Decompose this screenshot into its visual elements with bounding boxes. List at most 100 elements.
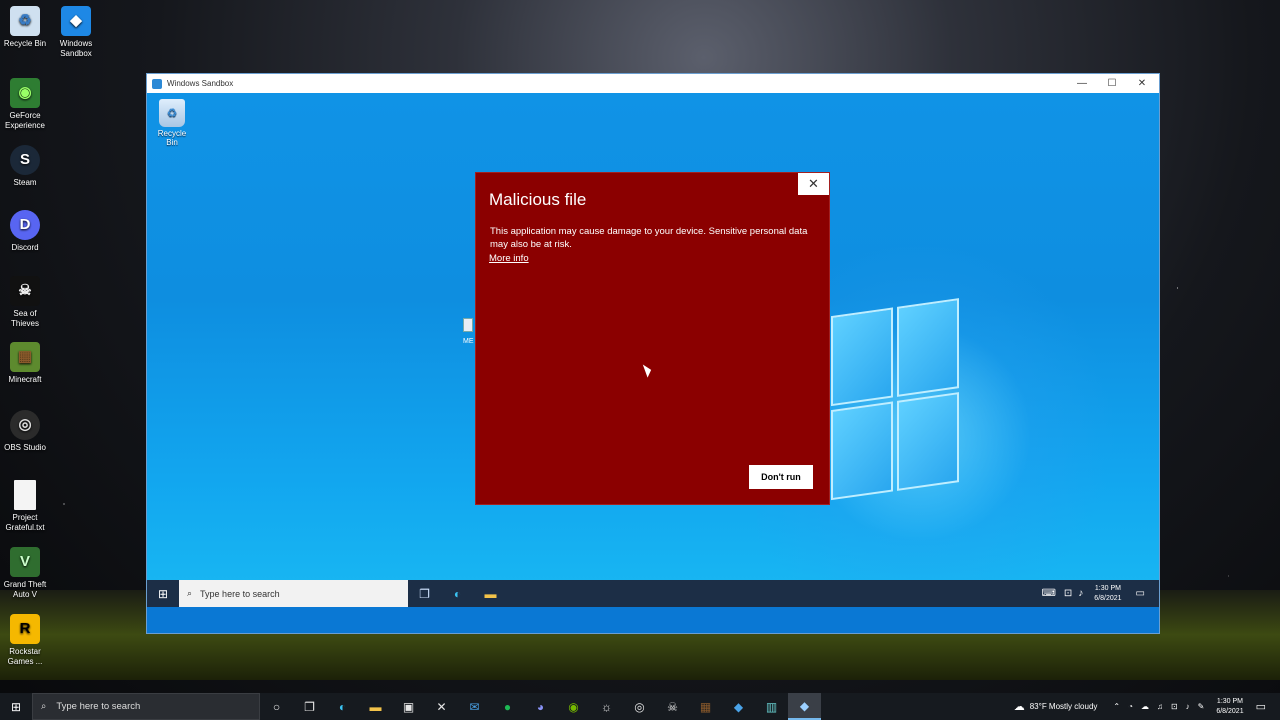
windows-icon: ⊞	[10, 699, 22, 714]
pen-icon[interactable]: ✎	[1198, 702, 1205, 711]
weather-icon[interactable]: ☁	[1014, 700, 1025, 713]
sandbox-button-1[interactable]: ◆	[722, 693, 755, 720]
malicious-file-dialog: ✕ Malicious file This application may ca…	[475, 172, 830, 505]
xbox-button[interactable]: ✕	[425, 693, 458, 720]
desktop-icon-minecraft[interactable]: ▦ Minecraft	[0, 342, 50, 385]
discord-button[interactable]: ◕	[524, 693, 557, 720]
dialog-close-button[interactable]: ✕	[798, 173, 829, 195]
desktop-icon-label: GeForce Experience	[4, 111, 46, 130]
host-clock[interactable]: 1:30 PM 6/8/2021	[1216, 697, 1243, 717]
sandbox-system-tray: ⌨ ⊡ ♪ 1:30 PM 6/8/2021 ▭	[1036, 580, 1159, 607]
dialog-message: This application may cause damage to you…	[490, 226, 808, 250]
folder-icon: ▬	[369, 699, 382, 714]
minecraft-button[interactable]: ▦	[689, 693, 722, 720]
discord-icon: D	[10, 210, 40, 240]
window-titlebar[interactable]: Windows Sandbox — ☐ ✕	[147, 74, 1159, 93]
desktop-icon-obs[interactable]: ◎ OBS Studio	[0, 410, 50, 453]
weather-text[interactable]: 83°F Mostly cloudy	[1030, 702, 1098, 711]
edge-button[interactable]: ◐	[441, 580, 474, 607]
store-button[interactable]: ▣	[392, 693, 425, 720]
sea-of-thieves-button[interactable]: ☠	[656, 693, 689, 720]
volume-icon[interactable]: ♪	[1078, 588, 1083, 599]
file-explorer-button[interactable]: ▬	[474, 580, 507, 607]
cortana-icon: ○	[272, 699, 281, 714]
desktop-icon-discord[interactable]: D Discord	[0, 210, 50, 253]
sandbox-file-icon[interactable]: ME	[463, 318, 475, 348]
sea-of-thieves-icon: ☠	[667, 699, 678, 714]
more-info-link[interactable]: More info	[489, 253, 529, 264]
search-placeholder: Type here to search	[200, 588, 280, 599]
recycle-bin-icon: ♻	[159, 99, 185, 127]
desktop-icon-sea-of-thieves[interactable]: ☠ Sea of Thieves	[0, 276, 50, 329]
sandbox-recycle-bin[interactable]: ♻ Recycle Bin	[151, 99, 193, 147]
task-view-button[interactable]: ❐	[293, 693, 326, 720]
host-date: 6/8/2021	[1216, 707, 1244, 715]
dont-run-button[interactable]: Don't run	[749, 465, 813, 489]
notification-icon[interactable]: ▭	[1256, 700, 1266, 713]
desktop-icon-label: Minecraft	[8, 375, 42, 384]
host-search-box[interactable]: ⌕ Type here to search	[32, 693, 260, 720]
search-box[interactable]: ⌕ Type here to search	[179, 580, 408, 607]
spotify-button[interactable]: ●	[491, 693, 524, 720]
host-start-button[interactable]: ⊞	[0, 693, 32, 720]
edge-icon: ◐	[453, 586, 462, 601]
desktop-icon-geforce[interactable]: ◉ GeForce Experience	[0, 78, 50, 131]
gta-icon: V	[10, 547, 40, 577]
desktop-icon-label: Discord	[11, 243, 39, 252]
close-button[interactable]: ✕	[1127, 74, 1157, 93]
microphone-icon[interactable]: ♫	[1157, 702, 1163, 711]
mail-button[interactable]: ✉	[458, 693, 491, 720]
app-icon: ▥	[765, 699, 778, 714]
desktop-icon-label: Grand Theft Auto V	[3, 580, 47, 599]
steam-button[interactable]: ☼	[590, 693, 623, 720]
desktop-icon-rockstar[interactable]: R Rockstar Games ...	[0, 614, 50, 667]
notification-icon[interactable]: ▭	[1136, 588, 1145, 599]
windows-icon: ⊞	[157, 586, 169, 601]
windows-sandbox-icon: ◆	[799, 698, 810, 713]
chevron-up-icon[interactable]: ⌃	[1113, 702, 1120, 711]
recycle-bin-icon: ♻	[10, 6, 40, 36]
geforce-button[interactable]: ◉	[557, 693, 590, 720]
volume-icon[interactable]: ♪	[1186, 702, 1190, 711]
obs-icon: ◎	[634, 699, 645, 714]
edge-button[interactable]: ◐	[326, 693, 359, 720]
cortana-button[interactable]: ○	[260, 693, 293, 720]
sandbox-clock[interactable]: 1:30 PM 6/8/2021	[1094, 584, 1121, 604]
task-view-button[interactable]: ❐	[408, 580, 441, 607]
desktop-icon-recycle-bin[interactable]: ♻ Recycle Bin	[0, 6, 50, 49]
onedrive-icon[interactable]: ☁	[1141, 702, 1149, 711]
rockstar-icon: R	[10, 614, 40, 644]
desktop-icon-label: Project Grateful.txt	[5, 513, 45, 532]
windows-sandbox-icon	[152, 78, 162, 89]
task-view-icon: ❐	[419, 586, 430, 601]
sandbox-taskbar: ⊞ ⌕ Type here to search ❐ ◐ ▬ ⌨ ⊡ ♪ 1:30…	[147, 580, 1159, 607]
sandbox-button-active[interactable]: ◆	[788, 693, 821, 720]
file-explorer-button[interactable]: ▬	[359, 693, 392, 720]
tray-app-icon[interactable]: ◔	[1128, 702, 1133, 711]
network-icon[interactable]: ⊡	[1171, 702, 1178, 711]
windows-sandbox-icon: ◆	[61, 6, 91, 36]
sandbox-date: 6/8/2021	[1094, 594, 1122, 602]
desktop-icon-gta[interactable]: V Grand Theft Auto V	[0, 547, 50, 600]
minecraft-icon: ▦	[699, 699, 712, 714]
file-icon	[463, 318, 473, 332]
app-button[interactable]: ▥	[755, 693, 788, 720]
desktop-icon-windows-sandbox[interactable]: ◆ Windows Sandbox	[51, 6, 101, 59]
start-button[interactable]: ⊞	[147, 580, 179, 607]
maximize-button[interactable]: ☐	[1097, 74, 1127, 93]
sea-of-thieves-icon: ☠	[10, 276, 40, 306]
window-title: Windows Sandbox	[167, 79, 234, 88]
geforce-icon: ◉	[10, 78, 40, 108]
minimize-button[interactable]: —	[1067, 74, 1097, 93]
network-icon[interactable]: ⊡	[1064, 588, 1072, 599]
obs-button[interactable]: ◎	[623, 693, 656, 720]
folder-icon: ▬	[484, 586, 497, 601]
windows-sandbox-icon: ◆	[733, 699, 744, 714]
desktop-icon-project-grateful[interactable]: Project Grateful.txt	[0, 480, 50, 533]
keyboard-icon[interactable]: ⌨	[1041, 588, 1055, 599]
desktop-icon-steam[interactable]: S Steam	[0, 145, 50, 188]
desktop-icon-label: OBS Studio	[4, 443, 46, 452]
discord-icon: ◕	[536, 699, 545, 714]
desktop-icon-label: Windows Sandbox	[59, 39, 93, 58]
desktop-icon-label: Sea of Thieves	[10, 309, 39, 328]
